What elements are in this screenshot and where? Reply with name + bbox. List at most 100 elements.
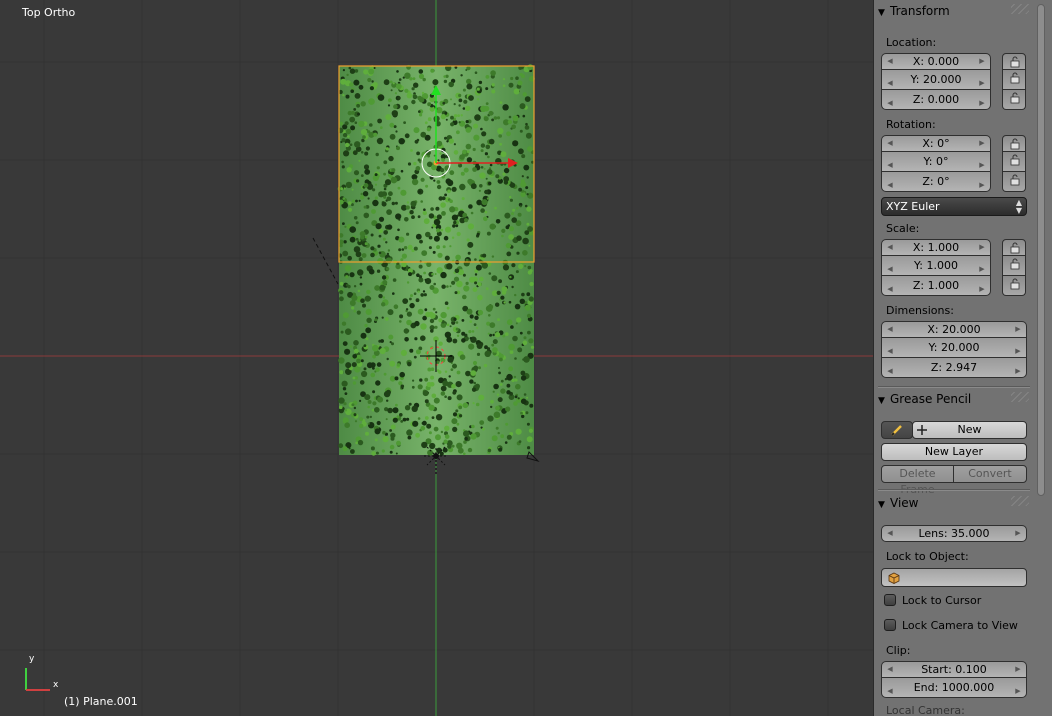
lock-location-z-toggle[interactable] — [1002, 90, 1026, 110]
tree-particle — [474, 273, 478, 276]
tree-particle — [360, 101, 366, 107]
tree-particle — [443, 235, 449, 241]
tree-particle — [399, 320, 402, 323]
lock-scale-x-toggle[interactable] — [1002, 239, 1026, 256]
rotation-x-field[interactable]: ◀ X: 0° ▶ — [881, 135, 991, 152]
scale-x-field[interactable]: ◀ X: 1.000 ▶ — [881, 239, 991, 256]
tree-particle — [406, 232, 410, 236]
lock-rotation-z-toggle[interactable] — [1002, 172, 1026, 192]
lock-to-cursor-checkbox[interactable] — [884, 594, 896, 606]
tree-particle — [456, 370, 461, 375]
lens-field[interactable]: ◀ Lens: 35.000 ▶ — [881, 525, 1027, 542]
tree-particle — [511, 217, 517, 223]
tree-particle — [472, 167, 477, 172]
tree-particle — [384, 317, 389, 321]
lock-rotation-y-toggle[interactable] — [1002, 152, 1026, 172]
tree-particle — [400, 420, 404, 423]
convert-button[interactable]: Convert — [953, 465, 1027, 483]
rotation-z-field[interactable]: ◀ Z: 0° ▶ — [881, 172, 991, 192]
tree-particle — [361, 253, 367, 258]
tree-particle — [427, 117, 432, 122]
lock-scale-y-toggle[interactable] — [1002, 256, 1026, 276]
tree-particle — [365, 431, 369, 436]
dimensions-z-field[interactable]: ◀ Z: 2.947 ▶ — [881, 358, 1027, 378]
clip-start-field[interactable]: ◀ Start: 0.100 ▶ — [881, 661, 1027, 678]
tree-particle — [473, 323, 477, 326]
panel-scrollbar[interactable] — [1037, 4, 1045, 496]
view-panel-header[interactable]: ▼ View — [878, 496, 1030, 514]
rotation-mode-select[interactable]: XYZ Euler ▲ ▼ — [881, 197, 1027, 216]
tree-particle — [447, 356, 454, 363]
lock-object-field[interactable] — [881, 568, 1027, 587]
tree-particle — [485, 102, 489, 105]
tree-particle — [339, 290, 344, 295]
tree-particle — [509, 182, 516, 188]
panel-grip-icon[interactable] — [1011, 4, 1029, 14]
tree-particle — [453, 114, 458, 118]
tree-particle — [374, 183, 378, 186]
tree-particle — [444, 301, 449, 306]
tree-particle — [363, 164, 370, 170]
location-y-field[interactable]: ◀ Y: 20.000 ▶ — [881, 70, 991, 90]
tree-particle — [508, 226, 515, 232]
tree-particle — [372, 366, 375, 370]
tree-particle — [482, 253, 487, 258]
tree-particle — [415, 166, 421, 171]
tree-particle — [458, 98, 463, 103]
lock-rotation-x-toggle[interactable] — [1002, 135, 1026, 152]
axis-gizmo — [25, 668, 50, 691]
tree-particle — [362, 135, 366, 139]
tree-particle — [392, 417, 398, 423]
tree-particle — [514, 378, 518, 382]
transform-panel-header[interactable]: ▼ Transform — [878, 4, 1030, 22]
tree-particle — [356, 310, 361, 315]
clip-end-field[interactable]: ◀ End: 1000.000 ▶ — [881, 678, 1027, 698]
tree-particle — [436, 228, 441, 233]
tree-particle — [366, 362, 373, 369]
tree-particle — [441, 211, 446, 216]
dimensions-y-field[interactable]: ◀ Y: 20.000 ▶ — [881, 338, 1027, 358]
grease-pencil-panel-header[interactable]: ▼ Grease Pencil — [878, 392, 1030, 410]
tree-particle — [420, 177, 425, 182]
scale-label: Scale: — [886, 222, 920, 235]
tree-particle — [420, 131, 427, 138]
location-x-field[interactable]: ◀ X: 0.000 ▶ — [881, 53, 991, 70]
panel-grip-icon[interactable] — [1011, 392, 1029, 402]
lock-location-x-toggle[interactable] — [1002, 53, 1026, 70]
new-layer-button[interactable]: New Layer — [881, 443, 1027, 461]
tree-particle — [485, 287, 489, 291]
lock-location-y-toggle[interactable] — [1002, 70, 1026, 90]
location-z-field[interactable]: ◀ Z: 0.000 ▶ — [881, 90, 991, 110]
tree-particle — [371, 209, 376, 214]
tree-particle — [344, 422, 351, 429]
rotation-y-field[interactable]: ◀ Y: 0° ▶ — [881, 152, 991, 172]
tree-particle — [390, 89, 393, 92]
tree-particle — [416, 273, 420, 278]
viewport-canvas[interactable] — [0, 0, 873, 716]
tree-particle — [514, 357, 517, 360]
lock-scale-z-toggle[interactable] — [1002, 276, 1026, 296]
tree-particle — [372, 344, 379, 352]
new-grease-pencil-button[interactable]: New — [912, 421, 1027, 439]
3d-viewport[interactable]: Top Ortho y x (1) Plane.001 — [0, 0, 873, 716]
pencil-toggle-button[interactable] — [881, 421, 913, 439]
dimensions-x-field[interactable]: ◀ X: 20.000 ▶ — [881, 321, 1027, 338]
tree-particle — [510, 325, 514, 329]
tree-particle — [345, 142, 350, 148]
panel-grip-icon[interactable] — [1011, 496, 1029, 506]
tree-particle — [429, 285, 435, 290]
properties-sidebar[interactable]: ▼ Transform Location: ◀ X: 0.000 ▶ ◀ Y: 20.0… — [873, 0, 1052, 716]
tree-particle — [342, 69, 345, 72]
lock-camera-to-view-checkbox[interactable] — [884, 619, 896, 631]
scale-y-field[interactable]: ◀ Y: 1.000 ▶ — [881, 256, 991, 276]
scale-z-field[interactable]: ◀ Z: 1.000 ▶ — [881, 276, 991, 296]
tree-particle — [433, 426, 439, 432]
tree-particle — [525, 411, 529, 415]
tree-particle — [421, 441, 428, 449]
tree-particle — [400, 169, 404, 173]
transform-title: Transform — [890, 4, 950, 18]
tree-particle — [443, 79, 448, 84]
tree-particle — [509, 350, 514, 354]
delete-frame-button[interactable]: Delete Frame — [881, 465, 954, 496]
tree-particle — [339, 243, 343, 248]
